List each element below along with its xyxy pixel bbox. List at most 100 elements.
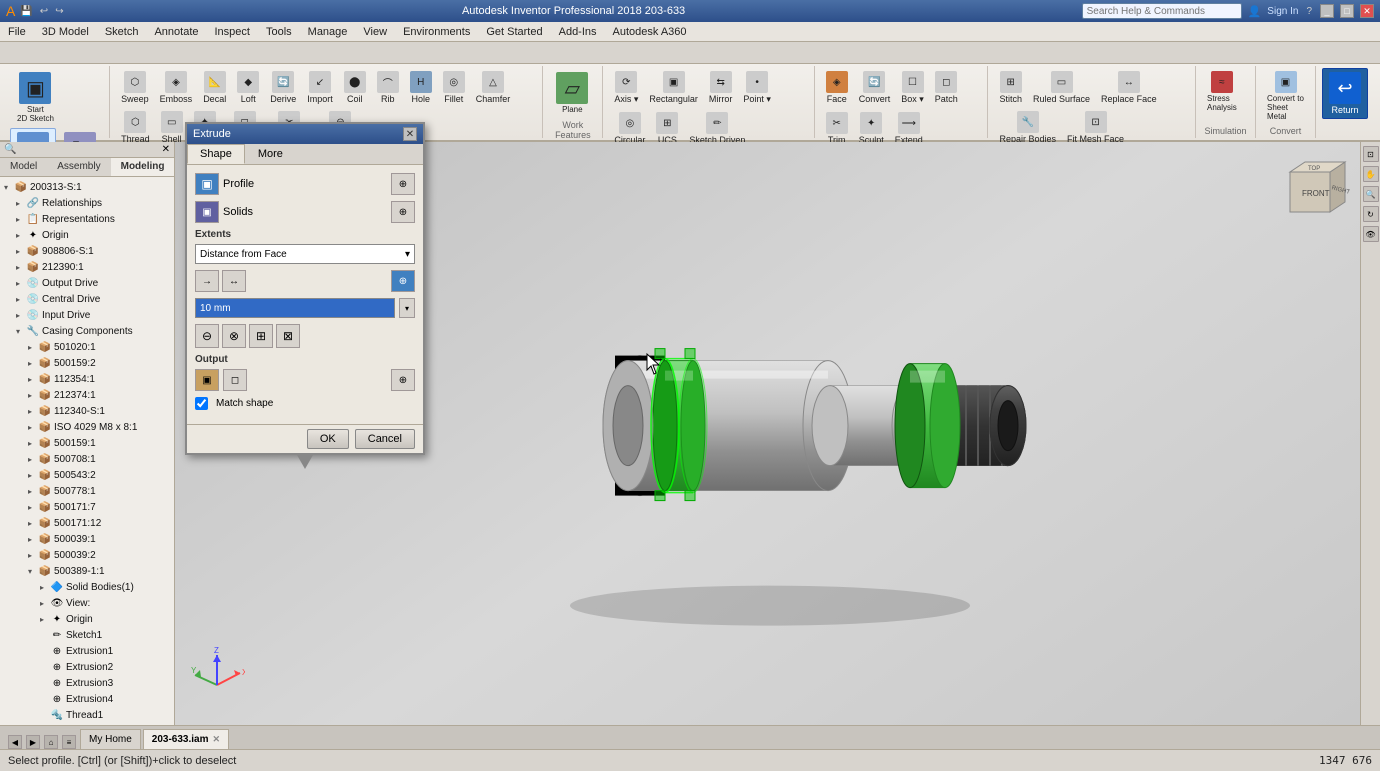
- output-action-btn[interactable]: ⊕: [391, 369, 415, 391]
- rectangular-btn[interactable]: ▣Rectangular: [644, 68, 703, 107]
- tree-item[interactable]: ▸✦Origin: [2, 611, 172, 627]
- menu-item-file[interactable]: File: [0, 24, 34, 40]
- extrude-ok-btn[interactable]: OK: [307, 429, 349, 449]
- tree-item[interactable]: ▸📦500039:2: [2, 547, 172, 563]
- patch-btn[interactable]: ◻Patch: [930, 68, 963, 107]
- extrude-tab-shape[interactable]: Shape: [187, 144, 245, 164]
- zoom-btn[interactable]: 🔍: [1363, 186, 1379, 202]
- tree-item[interactable]: ⊕Extrusion2: [2, 659, 172, 675]
- tree-item[interactable]: ▸📦500171:12: [2, 515, 172, 531]
- match-shape-checkbox[interactable]: [195, 397, 208, 410]
- menu-item-add-ins[interactable]: Add-Ins: [551, 24, 605, 40]
- mirror-btn[interactable]: ⇆Mirror: [704, 68, 738, 107]
- chamfer-btn[interactable]: △Chamfer: [471, 68, 516, 107]
- tree-item[interactable]: ▸👁View:: [2, 595, 172, 611]
- menu-item-annotate[interactable]: Annotate: [146, 24, 206, 40]
- extents-dropdown[interactable]: Distance from Face ▾: [195, 244, 415, 264]
- menu-item-tools[interactable]: Tools: [258, 24, 300, 40]
- nav-fwd-btn[interactable]: ▶: [26, 735, 40, 749]
- replace-face-btn[interactable]: ↔Replace Face: [1096, 68, 1162, 107]
- help-icon[interactable]: ?: [1304, 6, 1314, 17]
- tree-item[interactable]: ▸📦908806-S:1: [2, 243, 172, 259]
- derive-btn[interactable]: 🔄Derive: [265, 68, 301, 107]
- doc-tab-current[interactable]: 203-633.iam ✕: [143, 729, 229, 749]
- tree-item[interactable]: ▸📦212374:1: [2, 387, 172, 403]
- direction-btn-2[interactable]: ↔: [222, 270, 246, 292]
- tree-item[interactable]: ▸📦112354:1: [2, 371, 172, 387]
- profile-select-btn[interactable]: ▣: [195, 173, 219, 195]
- menu-item-view[interactable]: View: [355, 24, 395, 40]
- minimize-btn[interactable]: _: [1320, 4, 1334, 18]
- pan-btn[interactable]: ✋: [1363, 166, 1379, 182]
- hole-btn[interactable]: HHole: [405, 68, 437, 107]
- extrude-dialog-close-btn[interactable]: ✕: [403, 127, 417, 141]
- axis-btn[interactable]: ⟳Axis ▾: [609, 68, 643, 108]
- tree-item[interactable]: ▸📦500778:1: [2, 483, 172, 499]
- direction-btn-1[interactable]: →: [195, 270, 219, 292]
- point-btn[interactable]: •Point ▾: [738, 68, 776, 108]
- face-btn[interactable]: ◈Face: [821, 68, 853, 107]
- nav-list-btn[interactable]: ≡: [62, 735, 76, 749]
- panel-expand-btn[interactable]: ✕: [162, 144, 170, 155]
- tree-item[interactable]: ▸📦500159:2: [2, 355, 172, 371]
- stitch-btn[interactable]: ⊞Stitch: [994, 68, 1027, 107]
- tree-item[interactable]: ▸📦500708:1: [2, 451, 172, 467]
- menu-item-3d-model[interactable]: 3D Model: [34, 24, 97, 40]
- tree-item[interactable]: ▸💿Output Drive: [2, 275, 172, 291]
- menu-item-get-started[interactable]: Get Started: [478, 24, 550, 40]
- output-solid-btn[interactable]: ▣: [195, 369, 219, 391]
- menu-item-inspect[interactable]: Inspect: [207, 24, 258, 40]
- decal-btn[interactable]: 📐Decal: [198, 68, 231, 107]
- plane-btn[interactable]: ▱ Plane: [549, 68, 595, 118]
- output-surface-btn[interactable]: ◻: [223, 369, 247, 391]
- tree-item[interactable]: ▸📦500171:7: [2, 499, 172, 515]
- search-input[interactable]: [1082, 3, 1242, 19]
- convert-btn[interactable]: 🔄Convert: [854, 68, 896, 107]
- tree-item[interactable]: ▸📦ISO 4029 M8 x 8:1: [2, 419, 172, 435]
- extrude-tab-more[interactable]: More: [245, 144, 296, 164]
- solid-select-btn[interactable]: ▣: [195, 201, 219, 223]
- save-quick-btn[interactable]: 💾: [18, 6, 34, 17]
- tree-item[interactable]: 🔩Thread1: [2, 707, 172, 723]
- tree-item[interactable]: ▸🔗Relationships: [2, 195, 172, 211]
- tree-item[interactable]: ▸💿Input Drive: [2, 307, 172, 323]
- tree-item[interactable]: ▸✦Origin: [2, 227, 172, 243]
- tree-item[interactable]: ▸📦500543:2: [2, 467, 172, 483]
- tree-item[interactable]: ⊕Extrusion4: [2, 691, 172, 707]
- doc-tab-my-home[interactable]: My Home: [80, 729, 141, 749]
- tree-item[interactable]: ▾🔧Casing Components: [2, 323, 172, 339]
- tree-item[interactable]: ▸🔷Solid Bodies(1): [2, 579, 172, 595]
- profile-action-btn[interactable]: ⊕: [391, 173, 415, 195]
- tree-item[interactable]: ▸📦500039:1: [2, 531, 172, 547]
- maximize-btn[interactable]: □: [1340, 4, 1354, 18]
- tree-item[interactable]: ▾📦500389-1:1: [2, 563, 172, 579]
- op-cut-btn[interactable]: ⊖: [195, 324, 219, 348]
- orbit-btn[interactable]: ↻: [1363, 206, 1379, 222]
- panel-tab-model[interactable]: Model: [0, 158, 47, 176]
- look-at-btn[interactable]: 👁: [1363, 226, 1379, 242]
- panel-tab-modeling[interactable]: Modeling: [111, 158, 175, 176]
- emboss-btn[interactable]: ◈Emboss: [155, 68, 198, 107]
- viewcube[interactable]: FRONT RIGHT TOP: [1270, 152, 1350, 232]
- coil-btn[interactable]: ⬤Coil: [339, 68, 371, 107]
- box-btn[interactable]: ☐Box ▾: [896, 68, 929, 108]
- tree-item[interactable]: ✏Sketch1: [2, 627, 172, 643]
- import-btn[interactable]: ↙Import: [302, 68, 338, 107]
- extrude-cancel-btn[interactable]: Cancel: [355, 429, 415, 449]
- tree-item[interactable]: ▸📦500159:1: [2, 435, 172, 451]
- tree-item[interactable]: ▸💿Central Drive: [2, 291, 172, 307]
- return-btn[interactable]: ↩ Return: [1322, 68, 1368, 119]
- loft-btn[interactable]: ◆Loft: [232, 68, 264, 107]
- op-intersect-btn[interactable]: ⊗: [222, 324, 246, 348]
- menu-item-sketch[interactable]: Sketch: [97, 24, 147, 40]
- tree-item[interactable]: ▸📦112340-S:1: [2, 403, 172, 419]
- distance-input[interactable]: 10 mm: [195, 298, 395, 318]
- start-2d-sketch-btn[interactable]: ▣ Start2D Sketch: [10, 68, 61, 127]
- op-new-solid-btn[interactable]: ⊞: [249, 324, 273, 348]
- redo-quick-btn[interactable]: ↪: [53, 6, 65, 17]
- doc-tab-close-btn[interactable]: ✕: [213, 734, 221, 745]
- tree-item[interactable]: ▾📦200313-S:1: [2, 179, 172, 195]
- undo-quick-btn[interactable]: ↩: [38, 6, 50, 17]
- profile-action-btn2[interactable]: ⊕: [391, 270, 415, 292]
- tree-item[interactable]: ▸📦501020:1: [2, 339, 172, 355]
